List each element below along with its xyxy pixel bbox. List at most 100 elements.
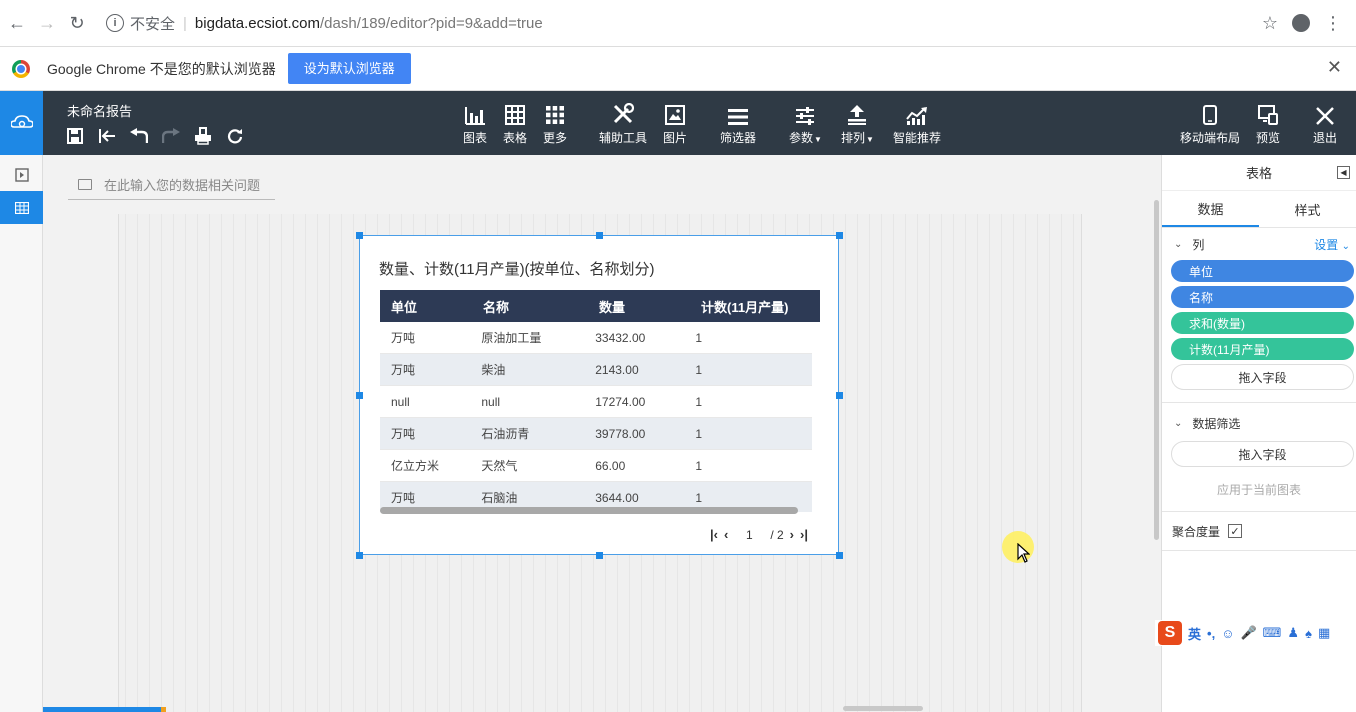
image-icon [665,103,685,125]
close-icon[interactable]: ✕ [1327,57,1342,78]
tool-table[interactable]: 表格 [503,103,527,146]
url-bar[interactable]: i 不安全 | bigdata.ecsiot.com /dash/189/edi… [106,8,1262,38]
tool-image[interactable]: 图片 [663,103,687,146]
chrome-logo-icon [12,59,30,78]
column-header[interactable]: 单位 [380,297,472,316]
ime-mode[interactable]: 英 [1188,624,1201,643]
tab-style[interactable]: 样式 [1259,191,1356,227]
refresh-icon[interactable] [226,127,244,145]
canvas-vertical-scrollbar[interactable] [1154,200,1159,540]
page-number-input[interactable]: 1 [734,528,764,542]
table-cell: null [391,394,410,409]
resize-handle[interactable] [836,552,843,559]
close-icon [1316,103,1334,125]
microphone-icon[interactable]: 🎤 [1240,625,1256,641]
next-page-icon[interactable]: › [790,527,794,542]
save-icon[interactable] [66,127,84,145]
caret-down-icon: ▼ [866,135,874,144]
tool-mobile-layout[interactable]: 移动端布局 [1180,103,1240,146]
panel-title: 表格 [1245,166,1272,181]
table-cell: 17274.00 [595,394,646,409]
chevron-down-icon: ⌄ [1174,417,1183,429]
column-header[interactable]: 名称 [472,297,588,316]
tool-chart[interactable]: 图表 [463,103,487,146]
table-horizontal-scrollbar[interactable] [380,507,798,514]
mouse-pointer-icon [1017,543,1030,563]
keyboard-icon[interactable]: ⌨ [1263,625,1282,641]
filter-section-header[interactable]: ⌄ 数据筛选 [1162,407,1356,439]
settings-link[interactable]: 设置 ⌄ [1314,236,1350,253]
punctuation-icon[interactable]: •, [1207,626,1215,641]
menu-icon[interactable]: ⋮ [1324,13,1342,34]
url-separator: | [183,14,187,32]
redo-icon[interactable] [162,127,180,145]
first-page-icon[interactable]: |‹ [710,527,718,542]
tool-label: 参数 [789,131,814,145]
columns-section-header[interactable]: ⌄ 列 设置 ⌄ [1162,228,1356,260]
tool-smart[interactable]: 智能推荐 [893,103,941,146]
exit-editor-icon[interactable] [98,127,116,145]
field-pill[interactable]: 名称 [1171,286,1354,308]
resize-handle[interactable] [356,232,363,239]
chevron-down-icon: ⌄ [1174,238,1183,250]
toolbox-icon[interactable]: ▦ [1318,625,1330,641]
column-header[interactable]: 数量 [588,297,690,316]
info-icon[interactable]: i [106,14,124,32]
table-icon[interactable] [0,191,43,224]
resize-handle[interactable] [836,392,843,399]
back-icon[interactable]: ← [2,8,32,38]
resize-handle[interactable] [596,232,603,239]
skin-icon[interactable]: ♠ [1305,626,1312,641]
field-pill[interactable]: 求和(数量) [1171,312,1354,334]
field-pill[interactable]: 计数(11月产量) [1171,338,1354,360]
table-widget[interactable]: 数量、计数(11月产量)(按单位、名称划分) 单位 名称 数量 计数(11月产量… [356,232,843,559]
tool-exit[interactable]: 退出 [1313,103,1337,146]
tool-arrange[interactable]: 排列▼ [841,103,874,146]
collapse-panel-icon[interactable]: ◀ [1337,166,1350,179]
tool-preview[interactable]: 预览 [1256,103,1280,146]
forward-icon[interactable]: → [32,8,62,38]
expand-panel-icon[interactable] [0,158,43,191]
print-icon[interactable] [194,127,212,145]
tool-auxiliary[interactable]: 辅助工具 [599,103,647,146]
reload-icon[interactable]: ↻ [62,8,92,38]
grid-icon [545,103,565,125]
canvas-horizontal-scrollbar[interactable] [843,706,923,711]
column-header[interactable]: 计数(11月产量) [690,297,820,316]
filter-drop-zone[interactable]: 拖入字段 [1171,441,1354,467]
arrange-icon [847,103,867,125]
set-default-browser-button[interactable]: 设为默认浏览器 [287,53,411,84]
tab-data[interactable]: 数据 [1162,191,1259,227]
table-cell: 石油沥青 [481,427,530,441]
table-cell: 柴油 [481,363,506,377]
star-icon[interactable]: ☆ [1262,13,1278,34]
tool-filter[interactable]: 筛选器 [720,103,756,146]
aggregate-checkbox[interactable]: ✓ [1228,524,1243,538]
user-icon[interactable]: ♟ [1287,625,1299,641]
emoji-icon[interactable]: ☺ [1221,626,1234,641]
prev-page-icon[interactable]: ‹ [724,527,728,542]
question-input[interactable]: 在此输入您的数据相关问题 [68,169,275,200]
table-cell: 石脑油 [481,491,518,505]
filter-icon [728,103,748,125]
url-path: /dash/189/editor?pid=9&add=true [320,14,543,32]
tool-more[interactable]: 更多 [543,103,567,146]
undo-icon[interactable] [130,127,148,145]
field-pill[interactable]: 单位 [1171,260,1354,282]
resize-handle[interactable] [356,552,363,559]
sogou-logo-icon[interactable]: S [1158,621,1182,645]
resize-handle[interactable] [356,392,363,399]
table-cell: 2143.00 [595,362,639,377]
smart-icon [906,103,928,125]
profile-icon[interactable] [1292,14,1310,32]
resize-handle[interactable] [836,232,843,239]
table-cell: 万吨 [391,331,416,345]
drop-field-zone[interactable]: 拖入字段 [1171,364,1354,390]
resize-handle[interactable] [596,552,603,559]
report-title[interactable]: 未命名报告 [67,101,132,120]
panel-tabs: 数据 样式 [1162,191,1356,228]
app-logo-icon[interactable] [0,91,43,155]
tool-params[interactable]: 参数▼ [789,103,822,146]
last-page-icon[interactable]: ›| [800,527,808,542]
table-cell: 66.00 [595,458,626,473]
